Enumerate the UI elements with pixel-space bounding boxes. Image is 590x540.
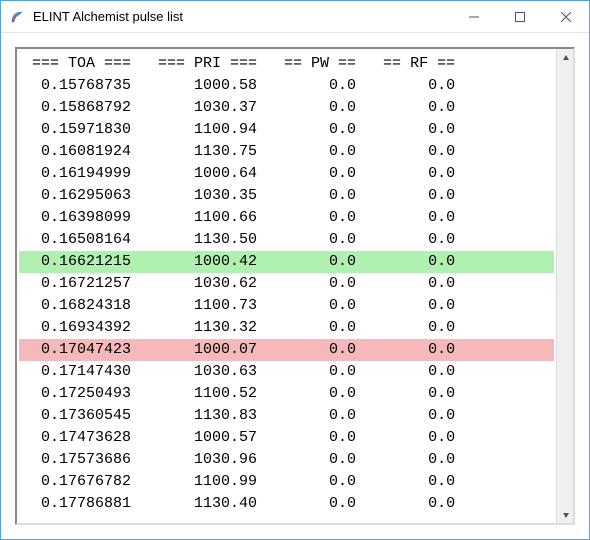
list-item[interactable]: 0.16824318 1100.73 0.0 0.0 [19, 295, 554, 317]
list-frame: === TOA === === PRI === == PW == == RF =… [15, 47, 575, 525]
list-item[interactable]: 0.17786881 1130.40 0.0 0.0 [19, 493, 554, 515]
vertical-scrollbar[interactable] [556, 49, 573, 523]
list-item[interactable]: 0.17473628 1000.57 0.0 0.0 [19, 427, 554, 449]
list-item[interactable]: 0.15768735 1000.58 0.0 0.0 [19, 75, 554, 97]
list-item[interactable]: 0.17250493 1100.52 0.0 0.0 [19, 383, 554, 405]
list-item[interactable]: 0.16508164 1130.50 0.0 0.0 [19, 229, 554, 251]
list-item[interactable]: 0.17047423 1000.07 0.0 0.0 [19, 339, 554, 361]
window-controls [451, 1, 589, 32]
list-item[interactable]: 0.16621215 1000.42 0.0 0.0 [19, 251, 554, 273]
app-icon [9, 9, 25, 25]
list-item[interactable]: 0.16081924 1130.75 0.0 0.0 [19, 141, 554, 163]
minimize-button[interactable] [451, 1, 497, 32]
header-row: === TOA === === PRI === == PW == == RF =… [19, 53, 554, 75]
list-item[interactable]: 0.16295063 1030.35 0.0 0.0 [19, 185, 554, 207]
pulse-listbox[interactable]: === TOA === === PRI === == PW == == RF =… [17, 49, 556, 523]
list-item[interactable]: 0.17676782 1100.99 0.0 0.0 [19, 471, 554, 493]
list-item[interactable]: 0.17147430 1030.63 0.0 0.0 [19, 361, 554, 383]
list-item[interactable]: 0.16398099 1100.66 0.0 0.0 [19, 207, 554, 229]
app-window: ELINT Alchemist pulse list === TOA === =… [0, 0, 590, 540]
list-item[interactable]: 0.15868792 1030.37 0.0 0.0 [19, 97, 554, 119]
window-title: ELINT Alchemist pulse list [33, 9, 451, 24]
titlebar[interactable]: ELINT Alchemist pulse list [1, 1, 589, 33]
close-button[interactable] [543, 1, 589, 32]
maximize-button[interactable] [497, 1, 543, 32]
client-area: === TOA === === PRI === == PW == == RF =… [1, 33, 589, 539]
list-item[interactable]: 0.15971830 1100.94 0.0 0.0 [19, 119, 554, 141]
list-item[interactable]: 0.16721257 1030.62 0.0 0.0 [19, 273, 554, 295]
scroll-down-arrow-icon[interactable] [557, 506, 574, 523]
list-item[interactable]: 0.16934392 1130.32 0.0 0.0 [19, 317, 554, 339]
scroll-up-arrow-icon[interactable] [557, 49, 574, 66]
list-item[interactable]: 0.16194999 1000.64 0.0 0.0 [19, 163, 554, 185]
list-item[interactable]: 0.17573686 1030.96 0.0 0.0 [19, 449, 554, 471]
list-item[interactable]: 0.17360545 1130.83 0.0 0.0 [19, 405, 554, 427]
